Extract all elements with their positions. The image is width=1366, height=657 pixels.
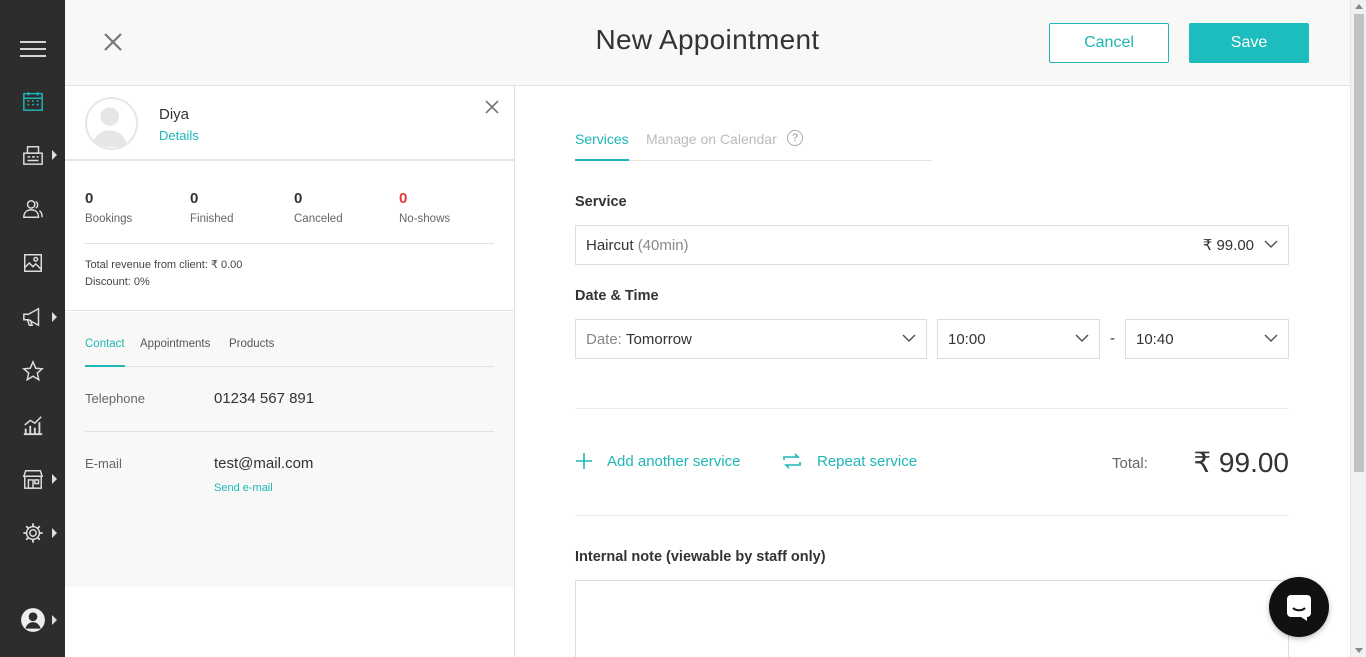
stat-value: 0 <box>294 190 303 207</box>
telephone-label: Telephone <box>85 391 145 406</box>
repeat-service-label: Repeat service <box>817 452 918 470</box>
megaphone-icon[interactable] <box>0 297 65 337</box>
client-stats: 0 Bookings 0 Finished 0 Canceled 0 No-sh… <box>65 163 514 311</box>
plus-icon <box>576 453 592 469</box>
gear-icon[interactable] <box>0 513 65 553</box>
register-icon[interactable] <box>0 135 65 175</box>
start-time-value: 10:00 <box>948 330 986 348</box>
save-button[interactable]: Save <box>1189 23 1309 63</box>
service-price: ₹ 99.00 <box>1202 237 1254 254</box>
scroll-down-arrow-icon[interactable] <box>1355 648 1363 653</box>
repeat-icon <box>783 453 801 469</box>
total-label: Total: <box>1112 455 1148 472</box>
client-discount: Discount: 0% <box>85 276 150 288</box>
remove-client-icon[interactable] <box>485 100 499 114</box>
submenu-arrow-icon <box>52 150 57 160</box>
chart-icon[interactable] <box>0 405 65 445</box>
stat-label: No-shows <box>399 213 451 225</box>
chevron-down-icon <box>1264 334 1278 343</box>
page-scrollbar[interactable] <box>1350 0 1366 657</box>
tab-contact[interactable]: Contact <box>85 338 125 367</box>
stat-canceled: 0 Canceled <box>294 190 343 225</box>
chat-support-button[interactable] <box>1269 577 1329 637</box>
client-revenue: Total revenue from client: ₹ 0.00 <box>85 259 243 271</box>
tab-manage-on-calendar[interactable]: Manage on Calendar <box>646 131 777 161</box>
service-name: Haircut <box>586 236 634 254</box>
internal-note-label: Internal note (viewable by staff only) <box>575 549 826 565</box>
total-value: ₹ 99.00 <box>1193 447 1289 478</box>
service-duration: (40min) <box>637 236 689 254</box>
stat-value: 0 <box>85 190 94 207</box>
date-prefix: Date: <box>586 330 622 348</box>
scroll-up-arrow-icon[interactable] <box>1355 4 1363 9</box>
start-time-select[interactable]: 10:00 <box>937 319 1100 359</box>
internal-note-textarea[interactable] <box>575 580 1289 657</box>
stat-value: 0 <box>399 190 408 207</box>
scroll-thumb[interactable] <box>1354 14 1364 472</box>
date-value: Tomorrow <box>626 330 692 348</box>
form-tabs: Services Manage on Calendar ? <box>575 122 932 161</box>
submenu-arrow-icon <box>52 528 57 538</box>
submenu-arrow-icon <box>52 474 57 484</box>
store-icon[interactable] <box>0 459 65 499</box>
gallery-icon[interactable] <box>0 243 65 283</box>
submenu-arrow-icon <box>52 615 57 625</box>
chevron-down-icon <box>1075 334 1089 343</box>
telephone-value: 01234 567 891 <box>214 390 315 407</box>
end-time-select[interactable]: 10:40 <box>1125 319 1289 359</box>
datetime-label: Date & Time <box>575 288 659 304</box>
email-value: test@mail.com <box>214 455 314 472</box>
time-separator: - <box>1110 330 1115 347</box>
add-service-label: Add another service <box>607 452 741 470</box>
tab-appointments[interactable]: Appointments <box>140 338 210 367</box>
stat-label: Canceled <box>294 213 343 225</box>
calendar-icon[interactable] <box>0 81 65 121</box>
cancel-button[interactable]: Cancel <box>1049 23 1169 63</box>
app-sidebar <box>0 0 65 657</box>
avatar <box>85 97 138 150</box>
end-time-value: 10:40 <box>1136 330 1174 348</box>
submenu-arrow-icon <box>52 312 57 322</box>
stat-label: Finished <box>190 213 234 225</box>
client-panel: Diya Details 0 Bookings 0 Finished 0 Can… <box>65 86 515 657</box>
client-details-link[interactable]: Details <box>159 128 199 143</box>
stat-bookings: 0 Bookings <box>85 190 132 225</box>
client-tabs: Contact Appointments Products <box>85 338 494 367</box>
send-email-link[interactable]: Send e-mail <box>214 482 273 494</box>
clients-icon[interactable] <box>0 189 65 229</box>
service-label: Service <box>575 194 627 210</box>
tab-services[interactable]: Services <box>575 131 629 161</box>
user-account-icon[interactable] <box>0 600 65 640</box>
client-contact-section: Contact Appointments Products Telephone … <box>65 312 514 587</box>
divider <box>85 243 494 244</box>
star-icon[interactable] <box>0 351 65 391</box>
client-header: Diya Details <box>65 86 514 161</box>
appointment-header: New Appointment Cancel Save <box>65 0 1350 86</box>
stat-label: Bookings <box>85 213 133 225</box>
hamburger-menu-icon[interactable] <box>0 29 65 69</box>
chat-icon <box>1287 595 1311 621</box>
date-select[interactable]: Date: Tomorrow <box>575 319 927 359</box>
client-name: Diya <box>159 106 190 123</box>
email-label: E-mail <box>85 456 122 471</box>
stat-no-shows: 0 No-shows <box>399 190 450 225</box>
service-select[interactable]: Haircut (40min) ₹ 99.00 <box>575 225 1289 265</box>
divider <box>575 408 1289 409</box>
stat-finished: 0 Finished <box>190 190 233 225</box>
divider <box>575 515 1289 516</box>
stat-value: 0 <box>190 190 199 207</box>
tab-products[interactable]: Products <box>229 338 274 367</box>
chevron-down-icon <box>1264 240 1278 249</box>
appointment-form: Services Manage on Calendar ? Service Ha… <box>515 86 1350 657</box>
divider <box>85 431 494 432</box>
add-another-service-button[interactable]: Add another service <box>575 452 740 470</box>
help-icon[interactable]: ? <box>787 130 803 146</box>
chevron-down-icon <box>902 334 916 343</box>
repeat-service-button[interactable]: Repeat service <box>781 452 917 470</box>
